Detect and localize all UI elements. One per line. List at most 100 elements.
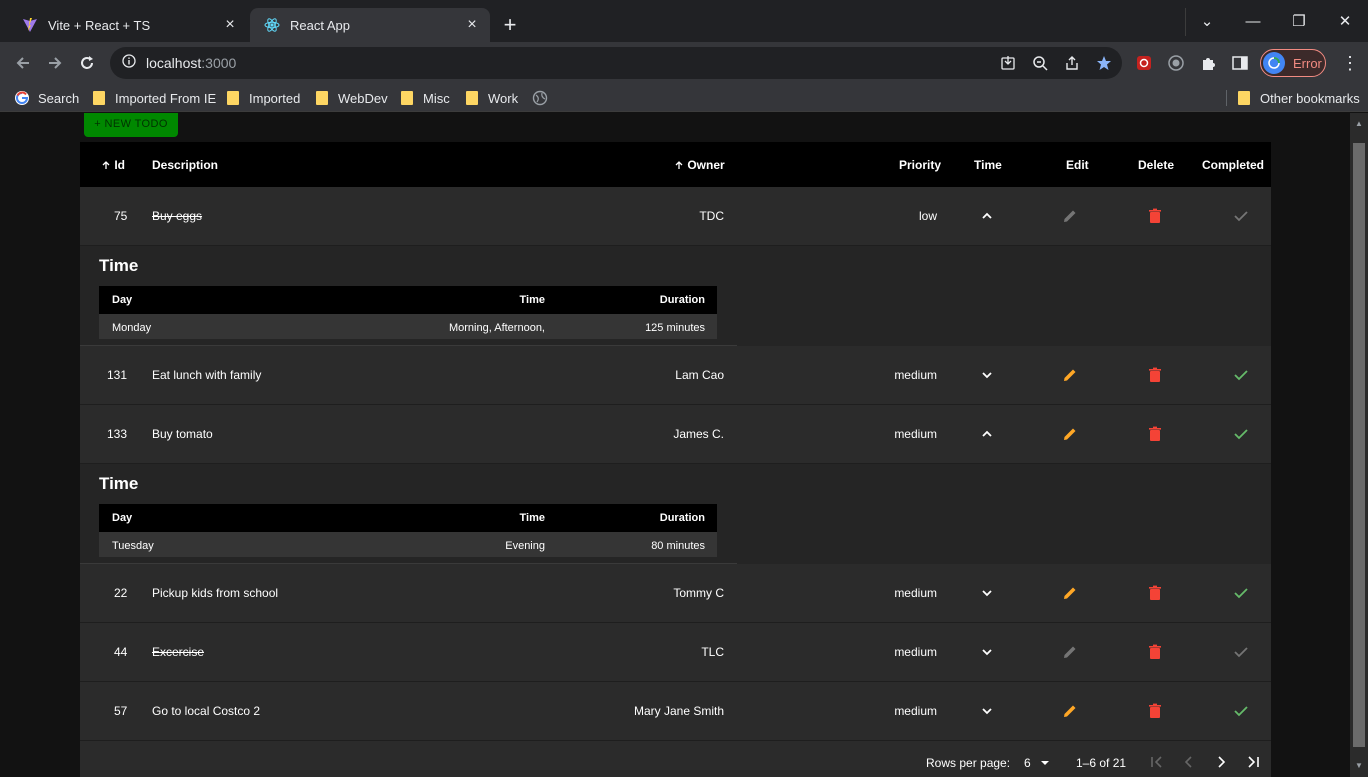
forward-icon[interactable] [43, 51, 67, 75]
new-tab-button[interactable]: + [497, 12, 523, 38]
last-page-icon[interactable] [1243, 752, 1263, 772]
delete-trash-icon[interactable] [1145, 365, 1165, 385]
next-page-icon[interactable] [1211, 752, 1231, 772]
subtable-row: Tuesday Evening 80 minutes [99, 532, 717, 557]
chevron-down-icon[interactable] [977, 583, 997, 603]
check-icon[interactable] [1231, 583, 1251, 603]
time-detail-panel: Time Day Time Duration Tuesday Evening 8… [80, 464, 1271, 564]
check-icon[interactable] [1231, 365, 1251, 385]
delete-trash-icon[interactable] [1145, 424, 1165, 444]
subcell-duration: 80 minutes [651, 540, 705, 552]
previous-page-icon[interactable] [1179, 752, 1199, 772]
extension-red-icon[interactable] [1132, 51, 1156, 75]
chevron-down-icon[interactable] [977, 642, 997, 662]
bookmark-work[interactable]: Work [466, 89, 518, 107]
google-icon [15, 91, 29, 105]
tab-vite[interactable]: Vite + React + TS × [8, 8, 248, 42]
subheader-time: Time [519, 294, 545, 306]
bookmark-star-icon[interactable] [1092, 51, 1116, 75]
column-header-id[interactable]: Id [101, 158, 125, 172]
bookmark-imported[interactable]: Imported [227, 89, 300, 107]
vite-icon [22, 17, 38, 33]
column-header-time[interactable]: Time [974, 158, 1002, 172]
bookmark-imported-from-ie[interactable]: Imported From IE [93, 89, 216, 107]
folder-icon [316, 91, 328, 105]
restore-icon[interactable]: ❐ [1276, 0, 1322, 42]
close-window-icon[interactable]: ✕ [1322, 0, 1368, 42]
subcell-time: Morning, Afternoon, [448, 322, 545, 334]
scrollbar-thumb[interactable] [1353, 143, 1365, 747]
edit-pencil-icon[interactable] [1060, 701, 1080, 721]
column-header-completed[interactable]: Completed [1202, 158, 1264, 172]
delete-trash-icon[interactable] [1145, 206, 1165, 226]
install-icon[interactable] [996, 51, 1020, 75]
row-id: 131 [107, 368, 128, 382]
subtable-header: Day Time Duration [99, 286, 717, 314]
bookmark-misc[interactable]: Misc [401, 89, 450, 107]
chevron-up-icon[interactable] [977, 424, 997, 444]
info-icon[interactable] [122, 53, 136, 73]
chevron-down-icon[interactable] [977, 365, 997, 385]
tab-search-icon[interactable]: ⌄ [1184, 0, 1230, 42]
side-panel-icon[interactable] [1228, 51, 1252, 75]
tab-react-app[interactable]: React App × [250, 8, 490, 42]
close-icon[interactable]: × [222, 16, 238, 33]
share-icon[interactable] [1060, 51, 1084, 75]
check-icon[interactable] [1231, 424, 1251, 444]
profile-error-button[interactable]: Error [1260, 49, 1326, 77]
zoom-icon[interactable] [1028, 51, 1052, 75]
delete-trash-icon[interactable] [1145, 642, 1165, 662]
address-bar[interactable]: localhost:3000 [110, 47, 1122, 79]
close-icon[interactable]: × [464, 16, 480, 33]
column-header-delete[interactable]: Delete [1138, 158, 1174, 172]
column-header-edit[interactable]: Edit [1066, 158, 1089, 172]
tab-title: React App [290, 17, 350, 33]
edit-pencil-icon[interactable] [1060, 365, 1080, 385]
check-icon[interactable] [1231, 701, 1251, 721]
scroll-down-icon[interactable]: ▼ [1354, 761, 1364, 771]
chevron-down-icon[interactable] [977, 701, 997, 721]
edit-pencil-icon[interactable] [1060, 642, 1080, 662]
reload-icon[interactable] [75, 51, 99, 75]
scroll-up-icon[interactable]: ▲ [1354, 119, 1364, 129]
new-todo-button[interactable]: + NEW TODO [84, 113, 178, 137]
puzzle-icon[interactable] [1196, 51, 1220, 75]
check-icon[interactable] [1231, 206, 1251, 226]
subtable-header: Day Time Duration [99, 504, 717, 532]
profile-label: Error [1293, 55, 1322, 71]
row-priority: medium [894, 704, 937, 718]
row-priority: medium [894, 645, 937, 659]
detail-title: Time [99, 474, 139, 493]
dropdown-arrow-icon [1041, 761, 1050, 765]
column-header-owner[interactable]: Owner [674, 158, 725, 172]
row-description: Excercise [152, 645, 205, 659]
subcell-day: Tuesday [112, 540, 154, 552]
first-page-icon[interactable] [1147, 752, 1167, 772]
bookmark-search[interactable]: Search [14, 89, 79, 107]
bookmark-webdev[interactable]: WebDev [316, 89, 388, 107]
bookmark-globe[interactable] [532, 89, 548, 107]
edit-pencil-icon[interactable] [1060, 424, 1080, 444]
rows-per-page-select[interactable]: 6 [1024, 756, 1050, 770]
page-scrollbar[interactable]: ▲ ▼ [1350, 113, 1368, 777]
back-icon[interactable] [11, 51, 35, 75]
row-id: 75 [114, 209, 128, 223]
minimize-icon[interactable]: — [1230, 0, 1276, 42]
delete-trash-icon[interactable] [1145, 701, 1165, 721]
row-owner: Mary Jane Smith [633, 704, 724, 718]
chevron-up-icon[interactable] [977, 206, 997, 226]
menu-icon[interactable]: ⋮ [1338, 51, 1362, 75]
window-controls: ⌄ — ❐ ✕ [1184, 0, 1368, 42]
delete-trash-icon[interactable] [1145, 583, 1165, 603]
sort-arrow-up-icon [675, 161, 683, 169]
bookmark-other[interactable]: Other bookmarks [1238, 89, 1360, 107]
browser-toolbar: localhost:3000 Error ⋮ [0, 42, 1368, 84]
edit-pencil-icon[interactable] [1060, 206, 1080, 226]
edit-pencil-icon[interactable] [1060, 583, 1080, 603]
subcell-duration: 125 minutes [645, 322, 705, 334]
time-subtable: Day Time Duration Monday Morning, Aftern… [99, 286, 717, 339]
column-header-description[interactable]: Description [152, 158, 218, 172]
check-icon[interactable] [1231, 642, 1251, 662]
extension-target-icon[interactable] [1164, 51, 1188, 75]
column-header-priority[interactable]: Priority [899, 158, 941, 172]
